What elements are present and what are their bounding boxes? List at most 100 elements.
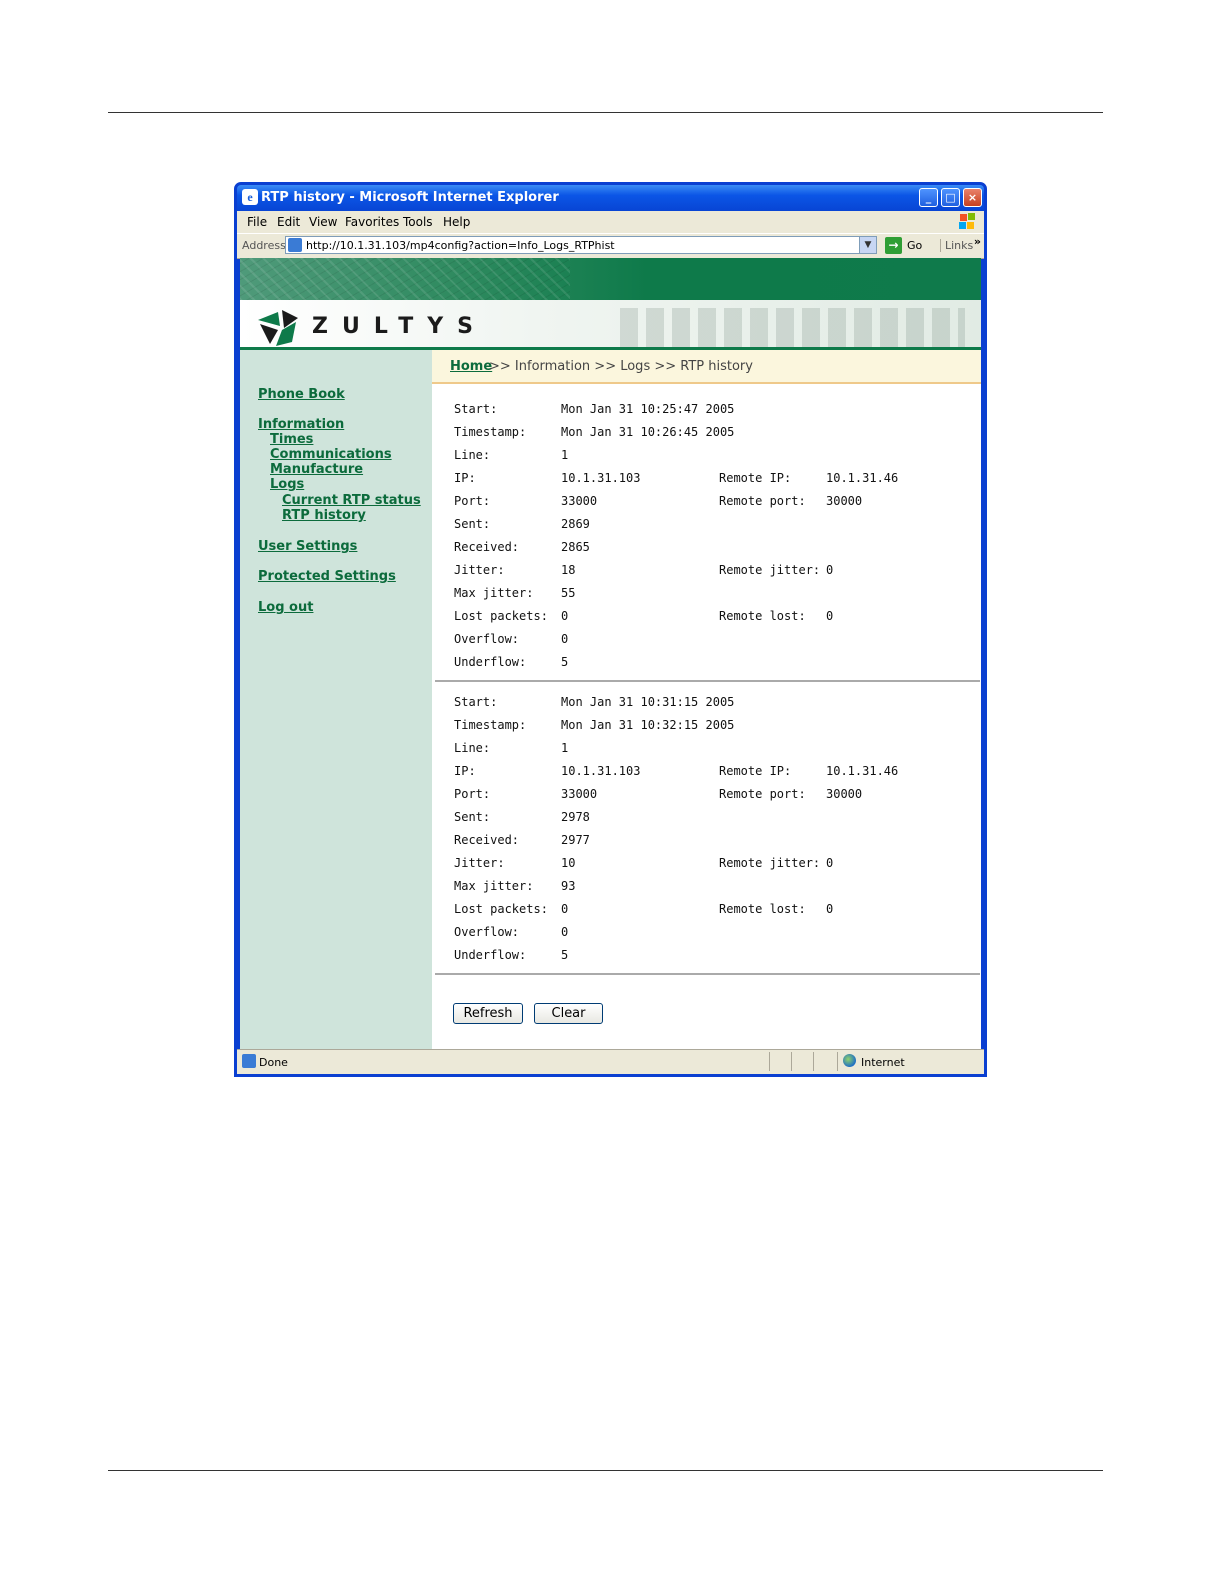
label-timestamp: Timestamp: <box>454 718 527 732</box>
value-max-jitter: 55 <box>561 586 576 600</box>
label-received: Received: <box>454 540 520 554</box>
go-button[interactable]: Go <box>907 239 922 252</box>
page-icon <box>288 238 302 252</box>
ie-logo-icon: e <box>242 189 258 205</box>
breadcrumb-path: >> Information >> Logs >> RTP history <box>489 359 753 374</box>
value-ip: 10.1.31.103 <box>561 471 641 485</box>
maximize-button[interactable]: □ <box>941 188 960 207</box>
label-max-jitter: Max jitter: <box>454 586 534 600</box>
page-top-rule <box>108 112 1103 113</box>
label-jitter: Jitter: <box>454 856 505 870</box>
label-overflow: Overflow: <box>454 632 520 646</box>
label-remote-lost: Remote lost: <box>719 902 806 916</box>
value-max-jitter: 93 <box>561 879 576 893</box>
menu-tools[interactable]: Tools <box>403 215 433 229</box>
sidebar-nav: Phone Book Information Times Communicati… <box>240 350 432 1050</box>
value-underflow: 5 <box>561 655 569 669</box>
links-button[interactable]: Links <box>940 239 973 252</box>
windows-flag-icon <box>959 213 976 230</box>
value-remote-jitter: 0 <box>826 563 834 577</box>
value-start: Mon Jan 31 10:31:15 2005 <box>561 695 735 709</box>
title-bar[interactable]: e RTP history - Microsoft Internet Explo… <box>237 185 984 211</box>
address-url: http://10.1.31.103/mp4config?action=Info… <box>306 239 615 252</box>
sidebar-item-phone-book[interactable]: Phone Book <box>258 387 345 402</box>
label-start: Start: <box>454 402 498 416</box>
sidebar-item-logs[interactable]: Logs <box>270 477 304 492</box>
menu-file[interactable]: File <box>247 215 267 229</box>
value-remote-ip: 10.1.31.46 <box>826 471 899 485</box>
entry-divider <box>435 680 980 682</box>
clear-button[interactable]: Clear <box>534 1003 603 1024</box>
value-received: 2977 <box>561 833 590 847</box>
value-remote-port: 30000 <box>826 494 863 508</box>
menu-view[interactable]: View <box>309 215 337 229</box>
label-lost-packets: Lost packets: <box>454 609 548 623</box>
menu-bar: File Edit View Favorites Tools Help <box>237 211 984 233</box>
breadcrumb: Home >> Information >> Logs >> RTP histo… <box>432 350 981 384</box>
label-remote-ip: Remote IP: <box>719 471 792 485</box>
value-port: 33000 <box>561 787 598 801</box>
value-ip: 10.1.31.103 <box>561 764 641 778</box>
value-remote-lost: 0 <box>826 609 834 623</box>
label-remote-jitter: Remote jitter: <box>719 563 821 577</box>
value-line: 1 <box>561 448 569 462</box>
address-input[interactable]: http://10.1.31.103/mp4config?action=Info… <box>285 236 877 254</box>
address-bar: Address http://10.1.31.103/mp4config?act… <box>237 233 984 259</box>
label-line: Line: <box>454 741 491 755</box>
value-remote-lost: 0 <box>826 902 834 916</box>
value-remote-ip: 10.1.31.46 <box>826 764 899 778</box>
label-sent: Sent: <box>454 810 491 824</box>
label-line: Line: <box>454 448 491 462</box>
window-title: RTP history - Microsoft Internet Explore… <box>261 190 559 205</box>
label-remote-lost: Remote lost: <box>719 609 806 623</box>
sidebar-item-rtp-history[interactable]: RTP history <box>282 508 366 523</box>
value-overflow: 0 <box>561 632 569 646</box>
sidebar-item-log-out[interactable]: Log out <box>258 600 313 615</box>
value-jitter: 10 <box>561 856 576 870</box>
internet-zone-icon <box>843 1054 856 1067</box>
sidebar-item-protected-settings[interactable]: Protected Settings <box>258 569 396 584</box>
brand-logo-text: ZULTYS <box>312 314 487 339</box>
menu-edit[interactable]: Edit <box>277 215 300 229</box>
label-remote-ip: Remote IP: <box>719 764 792 778</box>
label-ip: IP: <box>454 471 476 485</box>
more-chevron-icon[interactable]: » <box>974 235 981 248</box>
value-overflow: 0 <box>561 925 569 939</box>
label-port: Port: <box>454 787 491 801</box>
page-done-icon <box>242 1054 256 1068</box>
go-arrow-icon[interactable]: → <box>885 237 902 254</box>
label-underflow: Underflow: <box>454 948 527 962</box>
address-label: Address <box>242 239 286 252</box>
label-overflow: Overflow: <box>454 925 520 939</box>
value-port: 33000 <box>561 494 598 508</box>
page-bottom-rule <box>108 1470 1103 1471</box>
label-lost-packets: Lost packets: <box>454 902 548 916</box>
label-sent: Sent: <box>454 517 491 531</box>
label-received: Received: <box>454 833 520 847</box>
menu-favorites[interactable]: Favorites <box>345 215 399 229</box>
sidebar-item-communications[interactable]: Communications <box>270 447 392 462</box>
address-dropdown-icon[interactable]: ▼ <box>859 237 876 253</box>
minimize-button[interactable]: _ <box>919 188 938 207</box>
breadcrumb-home-link[interactable]: Home <box>450 359 492 374</box>
close-button[interactable]: × <box>963 188 982 207</box>
label-max-jitter: Max jitter: <box>454 879 534 893</box>
sidebar-item-information[interactable]: Information <box>258 417 344 432</box>
security-zone: Internet <box>861 1056 905 1069</box>
value-sent: 2869 <box>561 517 590 531</box>
header-banner <box>240 258 981 300</box>
sidebar-item-current-rtp-status[interactable]: Current RTP status <box>282 493 421 508</box>
status-text: Done <box>259 1056 288 1069</box>
sidebar-item-manufacture[interactable]: Manufacture <box>270 462 363 477</box>
sidebar-item-times[interactable]: Times <box>270 432 313 447</box>
value-remote-jitter: 0 <box>826 856 834 870</box>
value-received: 2865 <box>561 540 590 554</box>
label-timestamp: Timestamp: <box>454 425 527 439</box>
label-remote-port: Remote port: <box>719 787 806 801</box>
sidebar-item-user-settings[interactable]: User Settings <box>258 539 357 554</box>
refresh-button[interactable]: Refresh <box>453 1003 523 1024</box>
value-lost-packets: 0 <box>561 609 569 623</box>
menu-help[interactable]: Help <box>443 215 470 229</box>
label-remote-port: Remote port: <box>719 494 806 508</box>
value-line: 1 <box>561 741 569 755</box>
